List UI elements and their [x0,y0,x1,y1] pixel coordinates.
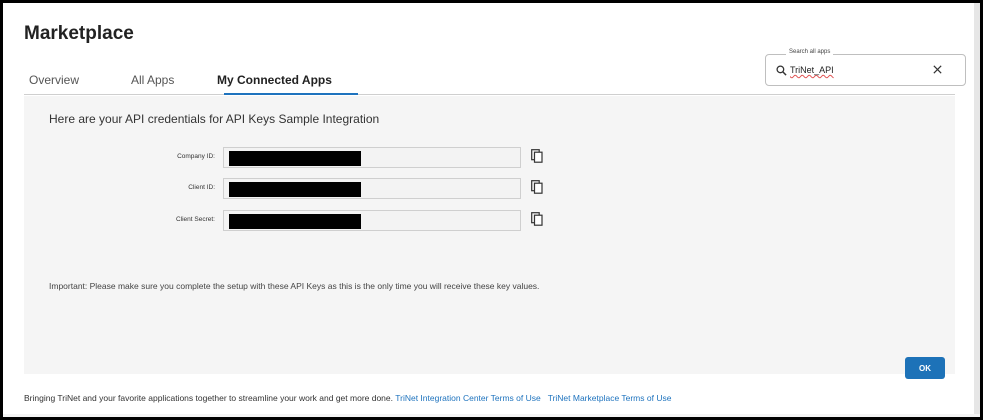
copy-icon[interactable] [531,212,543,226]
active-tab-indicator [224,93,358,95]
search-field[interactable]: Search all apps TriNet_API [765,49,966,86]
tab-my-connected-apps[interactable]: My Connected Apps [217,73,332,87]
client-secret-field[interactable] [223,210,521,231]
footer-text: Bringing TriNet and your favorite applic… [24,393,394,403]
copy-icon[interactable] [531,180,543,194]
close-icon[interactable] [932,64,943,75]
copy-icon[interactable] [531,149,543,163]
ok-button[interactable]: OK [905,357,945,379]
company-id-field[interactable] [223,147,521,168]
marketplace-terms-link[interactable]: TriNet Marketplace Terms of Use [548,393,672,403]
important-notice: Important: Please make sure you complete… [49,281,540,291]
search-input[interactable]: TriNet_API [790,65,834,75]
client-secret-label: Client Secret: [175,216,215,223]
credentials-heading: Here are your API credentials for API Ke… [49,112,380,126]
page-title: Marketplace [24,23,134,44]
client-id-label: Client ID: [188,184,215,191]
company-id-row: Company ID: [24,147,955,169]
page: Marketplace Overview All Apps My Connect… [3,3,974,414]
search-label: Search all apps [786,49,834,55]
client-id-field[interactable] [223,178,521,199]
footer: Bringing TriNet and your favorite applic… [24,393,671,403]
scrollbar[interactable] [974,3,980,414]
redacted-value [229,151,361,166]
redacted-value [229,214,361,229]
client-secret-row: Client Secret: [24,210,955,232]
client-id-row: Client ID: [24,178,955,200]
search-icon [776,65,787,76]
company-id-label: Company ID: [177,153,215,160]
tab-overview[interactable]: Overview [29,73,79,87]
credentials-panel: Here are your API credentials for API Ke… [24,96,955,374]
integration-terms-link[interactable]: TriNet Integration Center Terms of Use [395,393,541,403]
redacted-value [229,182,361,197]
tab-all-apps[interactable]: All Apps [131,73,174,87]
